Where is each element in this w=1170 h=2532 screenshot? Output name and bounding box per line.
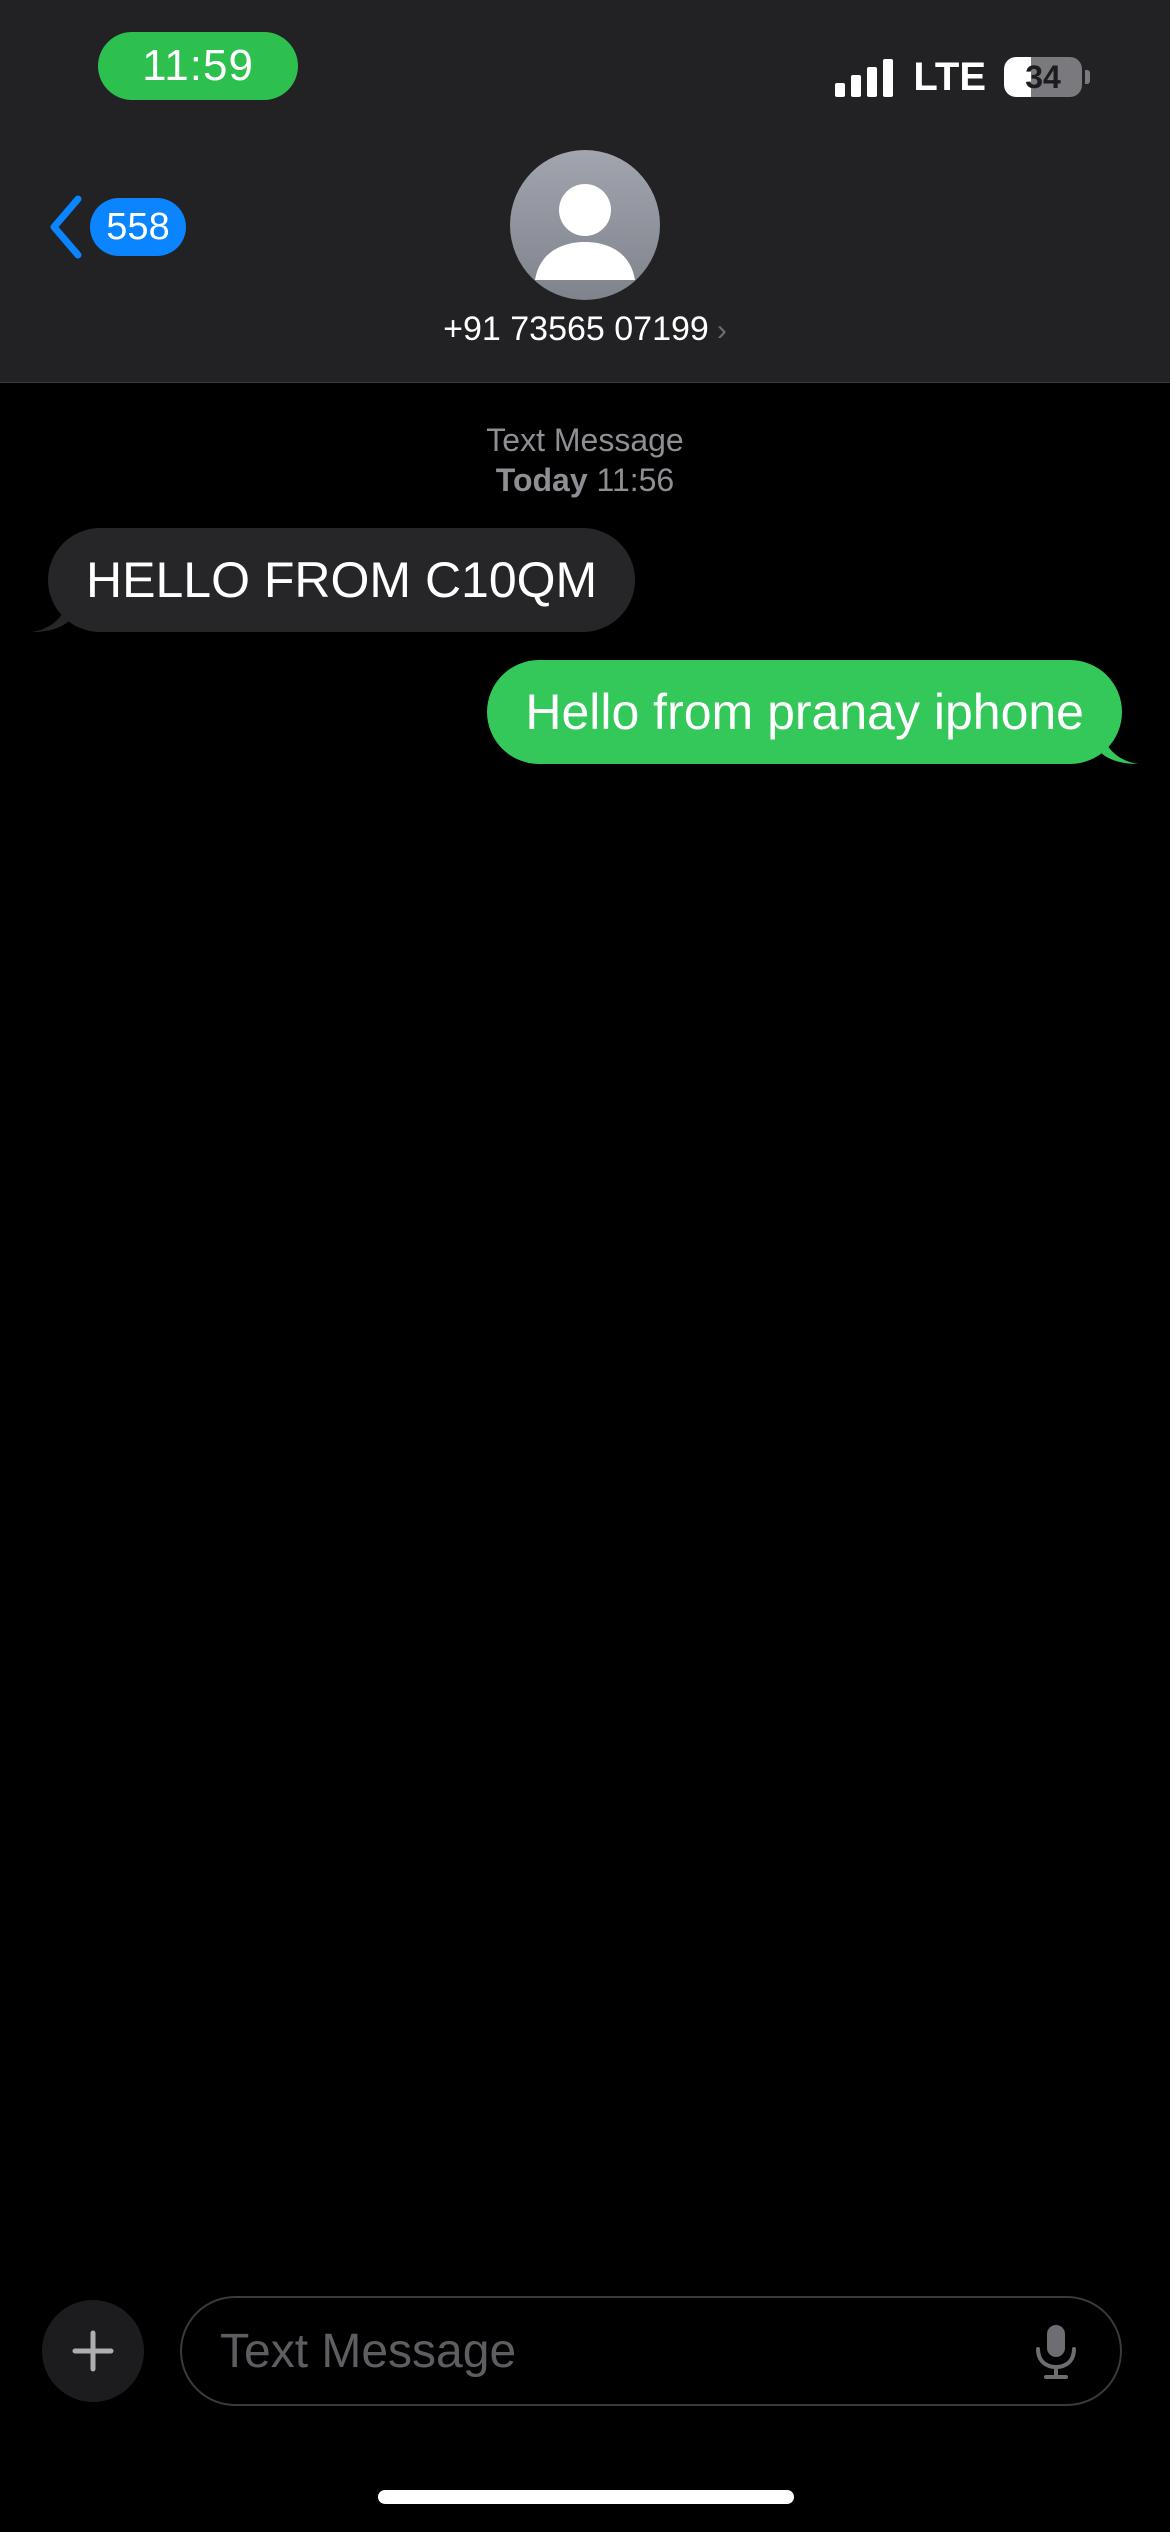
timestamp-day: Today <box>495 462 588 498</box>
unread-count-badge: 558 <box>90 198 186 256</box>
timestamp-time: 11:56 <box>596 462 675 498</box>
battery-icon: 34 <box>1004 57 1082 97</box>
timestamp-line: Today 11:56 <box>0 460 1170 500</box>
apps-plus-button[interactable] <box>42 2300 144 2402</box>
battery-nub <box>1085 70 1090 84</box>
thread-timestamp: Text Message Today 11:56 <box>0 420 1170 500</box>
chevron-left-icon <box>50 195 82 259</box>
battery-level: 34 <box>1025 58 1061 95</box>
person-placeholder-icon <box>535 184 635 280</box>
back-button[interactable]: 558 <box>46 190 186 264</box>
cellular-signal-icon <box>835 57 894 97</box>
contact-name-button[interactable]: +91 73565 07199 › <box>0 310 1170 349</box>
plus-icon <box>72 2330 114 2372</box>
conversation-header: 11:59 LTE 34 558 +91 73565 07199 › <box>0 0 1170 383</box>
status-time: 11:59 <box>142 41 254 90</box>
microphone-icon[interactable] <box>1026 2321 1086 2381</box>
message-bubble-incoming[interactable]: HELLO FROM C10QM <box>48 528 636 632</box>
contact-avatar[interactable] <box>510 150 660 300</box>
message-compose-field[interactable] <box>180 2296 1122 2406</box>
network-type: LTE <box>913 54 986 99</box>
contact-name: +91 73565 07199 <box>443 310 709 348</box>
chevron-right-icon: › <box>716 314 727 347</box>
status-time-pill[interactable]: 11:59 <box>98 32 298 100</box>
home-indicator[interactable] <box>378 2490 794 2504</box>
message-input[interactable] <box>182 2297 1026 2405</box>
message-text: Hello from pranay iphone <box>525 684 1084 740</box>
message-bubble-outgoing[interactable]: Hello from pranay iphone <box>487 660 1122 764</box>
status-indicators: LTE 34 <box>835 52 1090 102</box>
service-label: Text Message <box>486 422 684 458</box>
message-text: HELLO FROM C10QM <box>86 552 598 608</box>
